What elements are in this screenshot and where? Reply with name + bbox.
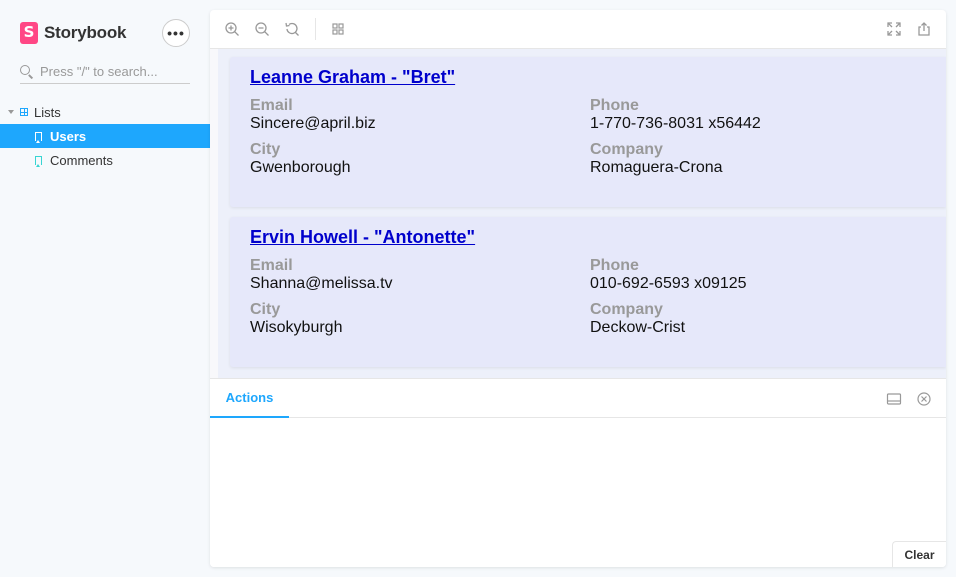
city-label: City — [250, 141, 281, 158]
actions-panel: Clear — [210, 418, 946, 567]
company-field: Company Deckow-Crist — [590, 301, 685, 337]
zoom-in-icon[interactable] — [223, 20, 241, 38]
city-field: City Wisokyburgh — [250, 301, 342, 337]
brand-name: Storybook — [44, 23, 127, 42]
tab-actions[interactable]: Actions — [210, 379, 289, 419]
share-icon[interactable] — [915, 20, 933, 38]
company-label: Company — [590, 141, 663, 158]
component-icon — [20, 108, 28, 116]
email-value: Shanna@melissa.tv — [250, 275, 393, 292]
tree-item-comments[interactable]: Comments — [0, 148, 210, 172]
city-field: City Gwenborough — [250, 141, 351, 177]
company-value: Romaguera-Crona — [590, 159, 723, 176]
email-value: Sincere@april.biz — [250, 115, 376, 132]
storybook-logo-icon: S — [20, 22, 38, 44]
addons-tabbar: Actions — [210, 378, 946, 419]
close-panel-icon[interactable] — [916, 391, 932, 407]
logo-letter: S — [23, 23, 35, 41]
phone-field: Phone 1-770-736-8031 x56442 — [590, 97, 761, 133]
phone-label: Phone — [590, 257, 639, 274]
grid-icon[interactable] — [329, 20, 347, 38]
clear-button[interactable]: Clear — [892, 541, 946, 567]
phone-value: 010-692-6593 x09125 — [590, 275, 747, 292]
user-card: Leanne Graham - "Bret" Email Sincere@apr… — [230, 57, 946, 207]
email-label: Email — [250, 257, 293, 274]
city-value: Gwenborough — [250, 159, 351, 176]
city-label: City — [250, 301, 281, 318]
toolbar — [210, 10, 946, 49]
phone-label: Phone — [590, 97, 639, 114]
fullscreen-icon[interactable] — [885, 20, 903, 38]
panel-position-icon[interactable] — [886, 391, 902, 407]
city-value: Wisokyburgh — [250, 319, 343, 336]
email-field: Email Shanna@melissa.tv — [250, 257, 393, 293]
search-icon — [20, 64, 34, 79]
toolbar-divider — [315, 18, 316, 40]
story-canvas: Leanne Graham - "Bret" Email Sincere@apr… — [210, 49, 946, 378]
caret-down-icon — [8, 110, 14, 114]
zoom-out-icon[interactable] — [253, 20, 271, 38]
user-card: Ervin Howell - "Antonette" Email Shanna@… — [230, 217, 946, 367]
company-label: Company — [590, 301, 663, 318]
user-name-link[interactable]: Ervin Howell - "Antonette" — [250, 227, 475, 248]
tree-item-label: Comments — [50, 152, 113, 168]
user-name-link[interactable]: Leanne Graham - "Bret" — [250, 67, 455, 88]
preview-panel: Leanne Graham - "Bret" Email Sincere@apr… — [210, 10, 946, 567]
menu-button[interactable]: ••• — [162, 19, 190, 47]
phone-value: 1-770-736-8031 x56442 — [590, 115, 761, 132]
bookmark-icon — [35, 131, 42, 143]
company-value: Deckow-Crist — [590, 319, 686, 336]
phone-field: Phone 010-692-6593 x09125 — [590, 257, 747, 293]
tree-item-users[interactable]: Users — [0, 124, 210, 148]
email-label: Email — [250, 97, 293, 114]
tree-group-lists[interactable]: Lists — [0, 102, 210, 122]
search-input[interactable] — [40, 64, 180, 79]
brand[interactable]: S Storybook — [20, 22, 126, 44]
zoom-reset-icon[interactable] — [283, 20, 301, 38]
bookmark-icon — [35, 155, 42, 167]
company-field: Company Romaguera-Crona — [590, 141, 723, 177]
search-box — [20, 60, 190, 84]
tree-group-label: Lists — [34, 104, 61, 120]
sidebar: S Storybook ••• Lists Users Comments — [0, 0, 210, 577]
email-field: Email Sincere@april.biz — [250, 97, 376, 133]
tree-item-label: Users — [50, 128, 87, 144]
